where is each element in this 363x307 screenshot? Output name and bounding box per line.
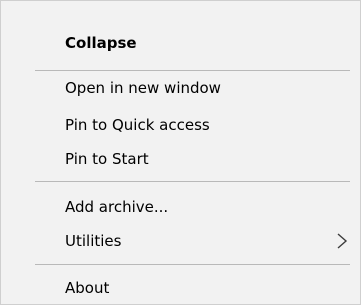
menu-item-utilities-label: Utilities (65, 232, 122, 250)
menu-item-pin-quick-access[interactable]: Pin to Quick access (1, 110, 360, 140)
context-menu: Collapse Open in new window Pin to Quick… (0, 0, 361, 305)
menu-item-pin-start[interactable]: Pin to Start (1, 144, 360, 174)
menu-item-open-new-window-label: Open in new window (65, 79, 221, 97)
menu-separator (35, 70, 350, 71)
menu-item-collapse-label: Collapse (65, 34, 137, 52)
menu-separator (35, 181, 350, 182)
menu-item-about[interactable]: About (1, 273, 360, 303)
menu-item-add-archive[interactable]: Add archive... (1, 192, 360, 222)
menu-item-open-new-window[interactable]: Open in new window (1, 73, 360, 103)
menu-item-about-label: About (65, 279, 110, 297)
menu-item-pin-quick-access-label: Pin to Quick access (65, 116, 210, 134)
menu-item-add-archive-label: Add archive... (65, 198, 169, 216)
menu-separator (35, 264, 350, 265)
menu-item-collapse[interactable]: Collapse (1, 28, 360, 58)
menu-item-pin-start-label: Pin to Start (65, 150, 149, 168)
menu-item-utilities[interactable]: Utilities (1, 226, 360, 256)
chevron-right-icon (334, 226, 350, 256)
